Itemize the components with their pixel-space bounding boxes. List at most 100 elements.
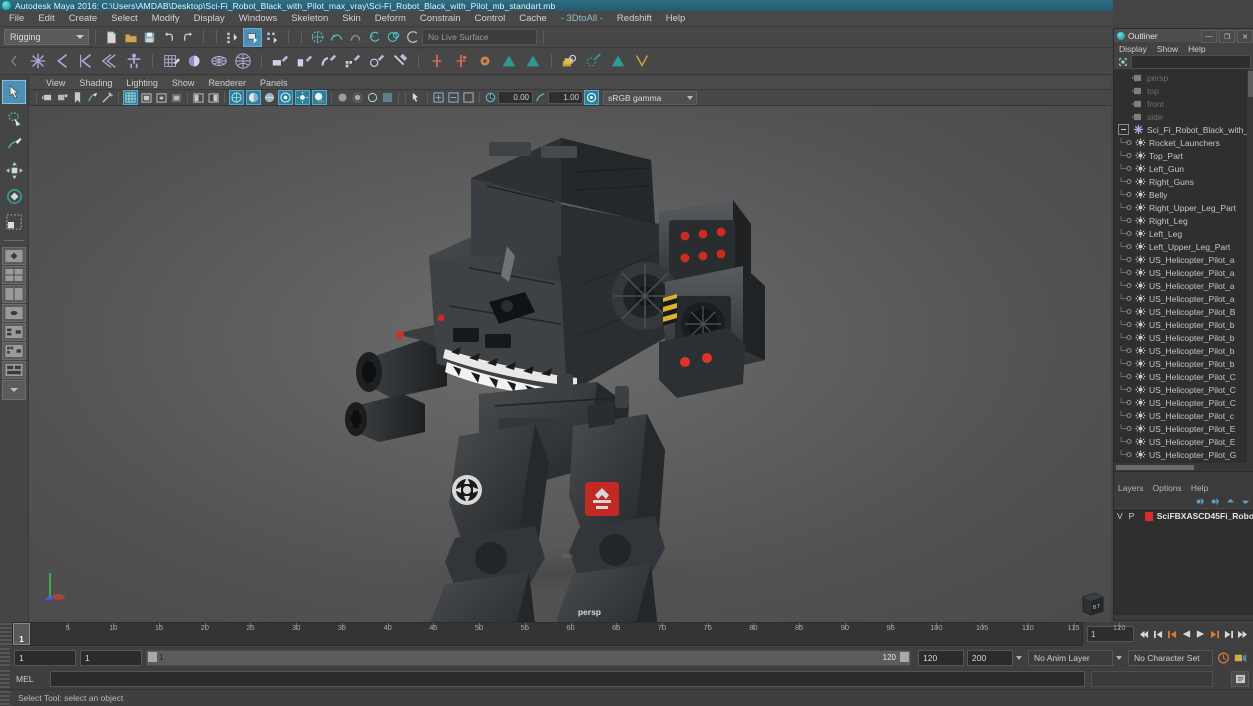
current-time-indicator[interactable]: 1 (13, 623, 30, 645)
hammer-skin-weights-icon[interactable] (389, 50, 411, 72)
current-frame-field[interactable]: 1 (1087, 626, 1134, 642)
save-scene-icon[interactable] (141, 29, 158, 46)
select-camera-icon[interactable] (41, 91, 54, 104)
menu-set-dropdown[interactable]: Rigging (4, 29, 89, 45)
blend-shape-icon[interactable] (559, 50, 581, 72)
lasso-select-tool[interactable] (2, 106, 26, 130)
command-line-grip[interactable] (0, 670, 10, 688)
anim-layer-caret-icon[interactable] (1016, 656, 1022, 660)
gamma-field[interactable]: 1.00 (548, 91, 583, 104)
snap-view-plane-icon[interactable] (385, 29, 402, 46)
outliner-item[interactable]: US_Helicopter_Pilot_a (1114, 279, 1253, 292)
move-tool[interactable] (2, 158, 26, 182)
range-end-field[interactable]: 120 (918, 650, 964, 666)
range-start-field[interactable]: 1 (80, 650, 142, 666)
gate-mask-icon[interactable] (170, 91, 183, 104)
wrap-deformer-icon[interactable] (607, 50, 629, 72)
outliner-search-input[interactable] (1131, 55, 1251, 69)
outliner-item[interactable]: Sci_Fi_Robot_Black_with_ (1114, 123, 1253, 136)
robot-model[interactable] (329, 106, 799, 623)
menu-create[interactable]: Create (62, 11, 105, 26)
outliner-item[interactable]: US_Helicopter_Pilot_a (1114, 266, 1253, 279)
outliner-item[interactable]: US_Helicopter_Pilot_a (1114, 292, 1253, 305)
soft-modification-icon[interactable] (631, 50, 653, 72)
layer-color-swatch[interactable] (1145, 511, 1153, 521)
range-bar[interactable]: 1 120 (146, 650, 911, 666)
menu-cache[interactable]: Cache (512, 11, 553, 26)
make-live-icon[interactable] (404, 29, 421, 46)
depth-of-field-icon[interactable] (381, 91, 394, 104)
outliner-item[interactable]: US_Helicopter_Pilot_a (1114, 253, 1253, 266)
outliner-item[interactable]: persp (1114, 71, 1253, 84)
open-scene-icon[interactable] (122, 29, 139, 46)
film-gate-icon[interactable] (140, 91, 153, 104)
time-slider-grip[interactable] (0, 623, 12, 645)
select-tool[interactable] (2, 80, 26, 104)
live-surface-field[interactable]: No Live Surface (422, 29, 537, 45)
viewport-menu-panels[interactable]: Panels (253, 78, 295, 88)
snap-grid-icon[interactable] (309, 29, 326, 46)
interactive-bind-icon[interactable] (184, 50, 206, 72)
step-forward-frame-icon[interactable] (1208, 627, 1221, 641)
viewport-menu-renderer[interactable]: Renderer (201, 78, 253, 88)
multisample-icon[interactable] (366, 91, 379, 104)
animation-end-field[interactable]: 200 (967, 650, 1013, 666)
snap-point-icon[interactable] (347, 29, 364, 46)
menu-skin[interactable]: Skin (335, 11, 367, 26)
viewport-menu-lighting[interactable]: Lighting (119, 78, 165, 88)
color-management-icon[interactable] (584, 90, 599, 105)
outliner-hscroll-thumb[interactable] (1116, 465, 1194, 470)
auto-keyframe-icon[interactable] (1217, 651, 1230, 665)
paint-select-tool[interactable] (2, 132, 26, 156)
step-forward-key-icon[interactable] (1222, 627, 1235, 641)
four-view-layout[interactable] (2, 266, 26, 284)
prune-small-weights-icon[interactable] (341, 50, 363, 72)
time-slider-track[interactable]: 1 5 10 15 20 25 30 35 40 45 50 55 60 65 70 75 80 85 90 95 1… (12, 622, 1126, 646)
outliner-item[interactable]: US_Helicopter_Pilot_E (1114, 422, 1253, 435)
two-pane-side-layout[interactable] (2, 285, 26, 303)
shelf-scroll-left-icon[interactable] (3, 50, 25, 72)
viewport-menu-shading[interactable]: Shading (72, 78, 119, 88)
play-forwards-icon[interactable] (1194, 627, 1207, 641)
range-start-handle[interactable] (148, 652, 157, 662)
panel-zoom-out-icon[interactable] (447, 91, 460, 104)
outliner-item[interactable]: US_Helicopter_Pilot_b (1114, 344, 1253, 357)
search-filter-icon[interactable] (1117, 57, 1128, 68)
snap-projected-icon[interactable] (366, 29, 383, 46)
character-set-caret-icon[interactable] (1116, 656, 1122, 660)
color-profile-dropdown[interactable]: sRGB gamma (603, 90, 697, 105)
visibility-column-header[interactable]: V (1114, 511, 1126, 521)
outliner-item[interactable]: US_Helicopter_Pilot_C (1114, 396, 1253, 409)
copy-skin-weights-icon[interactable] (317, 50, 339, 72)
layer-menu-layers[interactable]: Layers (1118, 483, 1153, 493)
outliner-maximize-button[interactable]: ❐ (1219, 30, 1235, 43)
menu-3dtoall[interactable]: - 3DtoAll - (554, 11, 610, 26)
outliner-item[interactable]: top (1114, 84, 1253, 97)
character-set-dropdown[interactable]: No Character Set (1128, 650, 1213, 666)
bind-skin-icon[interactable] (160, 50, 182, 72)
select-by-component-icon[interactable] (264, 29, 281, 46)
outliner-item[interactable]: Top_Part (1114, 149, 1253, 162)
outliner-menu-help[interactable]: Help (1188, 44, 1215, 54)
outliner-scroll-thumb[interactable] (1248, 71, 1253, 97)
gamma-icon[interactable] (534, 91, 547, 104)
wireframe-shading-icon[interactable] (229, 90, 244, 105)
single-perspective-layout[interactable] (2, 247, 26, 265)
move-layer-up-icon[interactable] (1226, 497, 1235, 506)
redo-icon[interactable] (179, 29, 196, 46)
scale-tool[interactable] (2, 210, 26, 234)
layer-name[interactable]: SciFBXASCD45Fi_Robo (1157, 511, 1253, 521)
menu-skeleton[interactable]: Skeleton (284, 11, 335, 26)
range-end-handle[interactable] (900, 652, 909, 662)
outliner-item[interactable]: US_Helicopter_Pilot_C (1114, 370, 1253, 383)
joint-tool-icon[interactable] (27, 50, 49, 72)
outliner-vertical-scrollbar[interactable] (1247, 69, 1253, 463)
bookmark-icon[interactable] (71, 91, 84, 104)
image-plane-icon[interactable] (86, 91, 99, 104)
mirror-skin-weights-icon[interactable] (293, 50, 315, 72)
viewport-menu-view[interactable]: View (39, 78, 72, 88)
menu-help[interactable]: Help (659, 11, 693, 26)
outliner-item[interactable]: Right_Leg (1114, 214, 1253, 227)
grid-toggle-icon[interactable] (123, 90, 138, 105)
menu-edit[interactable]: Edit (31, 11, 61, 26)
